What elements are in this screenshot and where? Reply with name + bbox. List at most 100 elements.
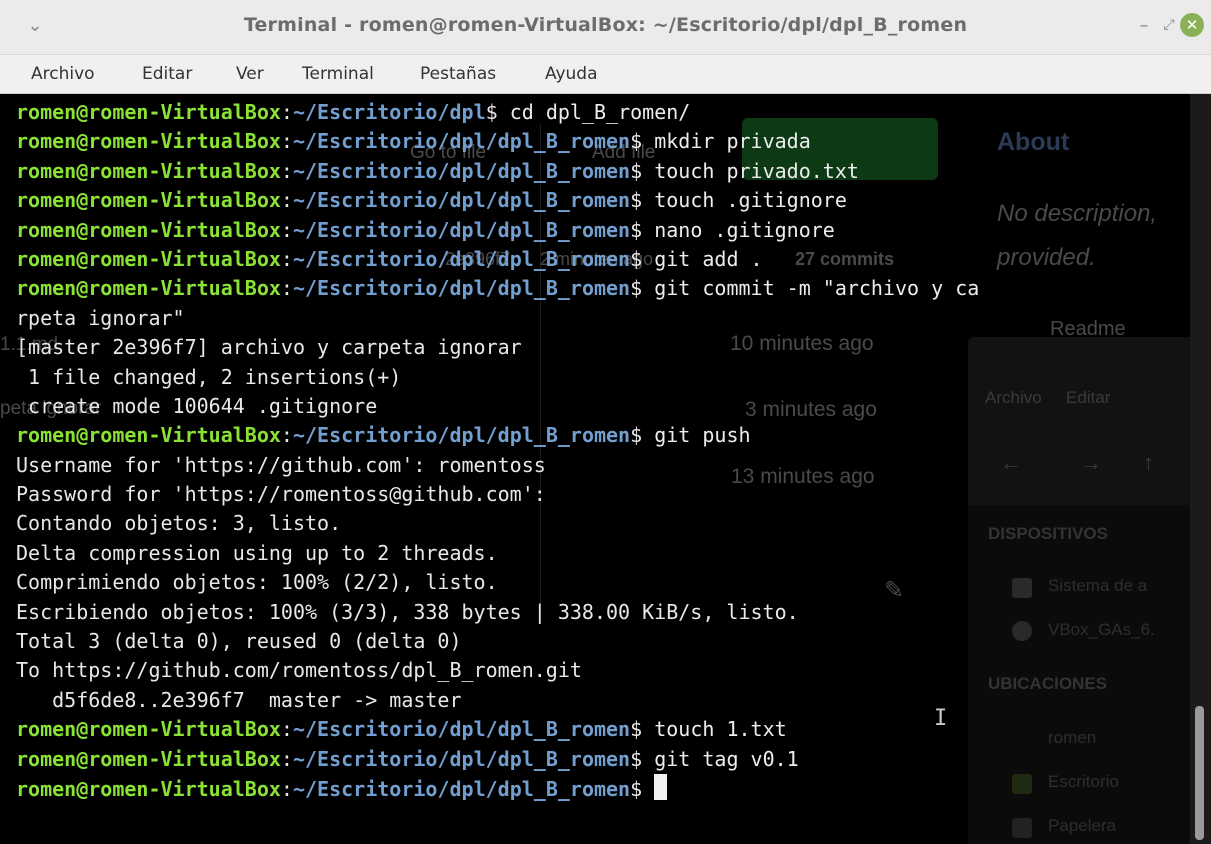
output-text: Password for 'https://romentoss@github.c… xyxy=(16,482,546,507)
prompt-colon: : xyxy=(280,776,293,801)
ghost-fm-menu-editar: Editar xyxy=(1066,388,1111,407)
prompt-user: romen@romen-VirtualBox xyxy=(16,717,281,742)
prompt-user: romen@romen-VirtualBox xyxy=(16,217,281,242)
title-bar[interactable]: ⌄ Terminal - romen@romen-VirtualBox: ~/E… xyxy=(0,0,1211,55)
prompt-dollar: $ xyxy=(630,776,643,801)
menu-bar: Archivo Editar Ver Terminal Pestañas Ayu… xyxy=(0,55,1211,94)
prompt-line: romen@romen-VirtualBox:~/Escritorio/dpl/… xyxy=(16,186,979,215)
prompt-user: romen@romen-VirtualBox xyxy=(16,100,281,124)
menu-terminal[interactable]: Terminal xyxy=(302,64,374,84)
terminal-output: romen@romen-VirtualBox:~/Escritorio/dpl$… xyxy=(16,98,979,803)
prompt-path: ~/Escritorio/dpl xyxy=(292,100,486,124)
output-line: Comprimiendo objetos: 100% (2/2), listo. xyxy=(16,568,979,597)
output-line: [master 2e396f7] archivo y carpeta ignor… xyxy=(16,333,979,362)
menu-pestanas[interactable]: Pestañas xyxy=(420,64,496,84)
menu-ayuda[interactable]: Ayuda xyxy=(545,64,598,84)
ghost-fm-devices: DISPOSITIVOS xyxy=(988,524,1108,543)
prompt-dollar: $ xyxy=(630,423,643,448)
output-text: Total 3 (delta 0), reused 0 (delta 0) xyxy=(16,629,462,654)
output-line: Delta compression using up to 2 threads. xyxy=(16,539,979,568)
prompt-command: git push xyxy=(642,423,751,448)
prompt-line: romen@romen-VirtualBox:~/Escritorio/dpl/… xyxy=(16,773,979,803)
prompt-dollar: $ xyxy=(630,717,643,742)
mouse-ibeam-icon: I xyxy=(934,706,948,731)
ghost-disc-icon xyxy=(1012,621,1032,641)
ghost-fm-place-3: Papelera xyxy=(1048,816,1117,835)
output-line: Username for 'https://github.com': romen… xyxy=(16,451,979,480)
output-text: Delta compression using up to 2 threads. xyxy=(16,540,498,565)
prompt-command: touch .gitignore xyxy=(642,188,847,213)
terminal-scrollbar[interactable] xyxy=(1190,94,1211,844)
prompt-user: romen@romen-VirtualBox xyxy=(16,423,281,448)
prompt-line: romen@romen-VirtualBox:~/Escritorio/dpl/… xyxy=(16,715,979,744)
output-line: Escribiendo objetos: 100% (3/3), 338 byt… xyxy=(16,598,979,627)
prompt-colon: : xyxy=(280,276,293,301)
prompt-command: git add . xyxy=(642,246,763,271)
prompt-colon: : xyxy=(280,158,293,183)
prompt-dollar: $ xyxy=(630,217,643,242)
output-text: Username for 'https://github.com': romen… xyxy=(16,452,546,477)
prompt-command: touch 1.txt xyxy=(642,717,787,742)
output-text: To https://github.com/romentoss/dpl_B_ro… xyxy=(16,658,582,683)
prompt-line: romen@romen-VirtualBox:~/Escritorio/dpl/… xyxy=(16,274,979,303)
output-line: Contando objetos: 3, listo. xyxy=(16,509,979,538)
ghost-fm-menu-archivo: Archivo xyxy=(985,388,1042,407)
prompt-dollar: $ xyxy=(630,276,643,301)
prompt-line: romen@romen-VirtualBox:~/Escritorio/dpl/… xyxy=(16,745,979,774)
output-line: 1 file changed, 2 insertions(+) xyxy=(16,363,979,392)
prompt-dollar: $ xyxy=(485,100,498,124)
prompt-command: cd dpl_B_romen/ xyxy=(497,100,691,124)
output-line: Password for 'https://romentoss@github.c… xyxy=(16,480,979,509)
prompt-user: romen@romen-VirtualBox xyxy=(16,188,281,213)
output-text: Comprimiendo objetos: 100% (2/2), listo. xyxy=(16,570,498,595)
ghost-trash-icon xyxy=(1012,818,1032,838)
prompt-line: romen@romen-VirtualBox:~/Escritorio/dpl/… xyxy=(16,157,979,186)
prompt-line: romen@romen-VirtualBox:~/Escritorio/dpl/… xyxy=(16,216,979,245)
prompt-path: ~/Escritorio/dpl/dpl_B_romen xyxy=(292,717,631,742)
output-line: Total 3 (delta 0), reused 0 (delta 0) xyxy=(16,627,979,656)
ghost-up-icon: ↑ xyxy=(1143,450,1154,475)
prompt-path: ~/Escritorio/dpl/dpl_B_romen xyxy=(292,158,631,183)
maximize-icon[interactable]: ⤢ xyxy=(1156,12,1182,38)
menu-archivo[interactable]: Archivo xyxy=(31,64,95,84)
prompt-colon: : xyxy=(280,246,293,271)
prompt-command: mkdir privada xyxy=(642,129,811,154)
output-text: Escribiendo objetos: 100% (3/3), 338 byt… xyxy=(16,599,799,624)
prompt-path: ~/Escritorio/dpl/dpl_B_romen xyxy=(292,276,631,301)
prompt-command xyxy=(642,777,654,801)
prompt-path: ~/Escritorio/dpl/dpl_B_romen xyxy=(292,423,631,448)
prompt-user: romen@romen-VirtualBox xyxy=(16,746,281,771)
terminal-area[interactable]: Go to file Add file About No description… xyxy=(0,94,1190,844)
ghost-about-desc-2: provided. xyxy=(997,244,1096,271)
prompt-colon: : xyxy=(280,746,293,771)
prompt-user: romen@romen-VirtualBox xyxy=(16,246,281,271)
prompt-line: romen@romen-VirtualBox:~/Escritorio/dpl$… xyxy=(16,98,979,127)
close-icon[interactable]: ✕ xyxy=(1180,13,1204,37)
ghost-fm-places: UBICACIONES xyxy=(988,674,1108,693)
prompt-colon: : xyxy=(280,129,293,154)
ghost-fm-place-1: romen xyxy=(1048,728,1097,747)
prompt-user: romen@romen-VirtualBox xyxy=(16,776,281,801)
menu-editar[interactable]: Editar xyxy=(142,64,192,84)
output-line: create mode 100644 .gitignore xyxy=(16,392,979,421)
terminal-window: ⌄ Terminal - romen@romen-VirtualBox: ~/E… xyxy=(0,0,1211,844)
ghost-drive-icon xyxy=(1012,578,1032,598)
ghost-forward-icon: → xyxy=(1080,450,1102,475)
scrollbar-thumb[interactable] xyxy=(1195,706,1204,840)
prompt-dollar: $ xyxy=(630,129,643,154)
ghost-fm-place-2: Escritorio xyxy=(1048,772,1119,791)
prompt-colon: : xyxy=(280,217,293,242)
prompt-path: ~/Escritorio/dpl/dpl_B_romen xyxy=(292,217,631,242)
prompt-line: romen@romen-VirtualBox:~/Escritorio/dpl/… xyxy=(16,245,979,274)
prompt-colon: : xyxy=(280,100,293,124)
output-text: 1 file changed, 2 insertions(+) xyxy=(16,364,402,389)
prompt-path: ~/Escritorio/dpl/dpl_B_romen xyxy=(292,246,631,271)
ghost-file-manager-toolbar xyxy=(968,337,1190,505)
output-text: rpeta ignorar" xyxy=(16,305,185,330)
ghost-about-desc: No description, xyxy=(997,200,1158,227)
menu-ver[interactable]: Ver xyxy=(236,64,264,84)
prompt-dollar: $ xyxy=(630,188,643,213)
minimize-icon[interactable]: – xyxy=(1131,12,1157,38)
output-line: d5f6de8..2e396f7 master -> master xyxy=(16,686,979,715)
prompt-dollar: $ xyxy=(630,246,643,271)
